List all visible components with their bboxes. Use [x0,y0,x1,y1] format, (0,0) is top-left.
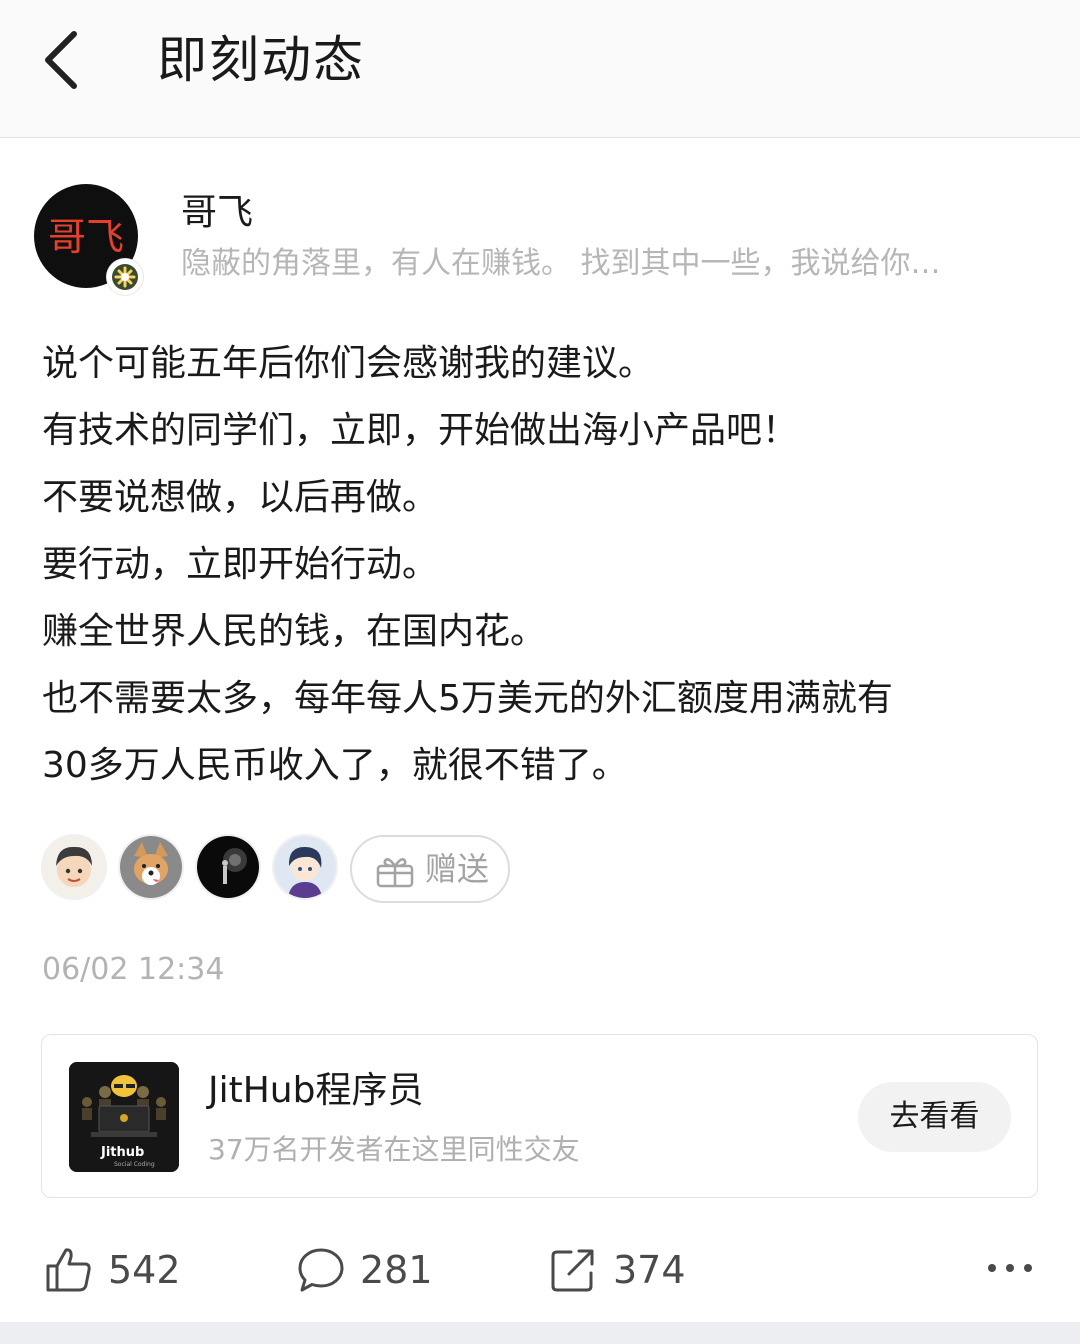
post-timestamp: 06/02 12:34 [42,952,225,987]
share-count: 374 [613,1248,686,1292]
post-line: 30多万人民币收入了，就很不错了。 [42,745,628,786]
gifter-avatar[interactable] [43,836,105,898]
gifter-avatar[interactable] [120,836,182,898]
share-icon [551,1249,594,1292]
more-options-button[interactable] [984,1256,1036,1280]
like-count: 542 [108,1248,181,1292]
avatar-text: 哥飞 [48,215,124,259]
gift-label: 赠送 [425,850,490,888]
thumbs-up-icon [46,1248,91,1292]
post-line: 要行动，立即开始行动。 [42,544,439,585]
post-line: 有技术的同学们，立即，开始做出海小产品吧！ [42,410,799,451]
post-line: 赚全世界人民的钱，在国内花。 [42,611,547,652]
gift-icon [376,858,414,888]
post-line: 也不需要太多，每年每人5万美元的外汇额度用满就有 [42,678,893,719]
back-button[interactable] [36,28,92,92]
topic-subtitle: 37万名开发者在这里同性交友 [208,1133,580,1166]
gifter-avatar[interactable] [274,836,336,898]
gifter-avatar[interactable] [197,836,259,898]
visit-topic-button[interactable]: 去看看 [858,1082,1011,1152]
page-title: 即刻动态 [157,31,365,89]
post-line: 说个可能五年后你们会感谢我的建议。 [42,343,655,384]
share-button[interactable]: 374 [549,1240,689,1300]
back-arrow-icon [45,31,77,89]
topic-name: JitHub程序员 [208,1070,424,1111]
topic-logo-subtext: Social Coding [114,1161,155,1168]
post-body: 说个可能五年后你们会感谢我的建议。 有技术的同学们，立即，开始做出海小产品吧！ … [42,330,1042,799]
verified-badge-icon [107,259,143,295]
bottom-divider [0,1322,1080,1344]
author-name[interactable]: 哥飞 [181,190,253,236]
topic-logo-text: Jithub [100,1145,144,1160]
topic-card[interactable]: Jithub Social Coding JitHub程序员 37万名开发者在这… [41,1034,1038,1198]
comment-button[interactable]: 281 [296,1240,436,1300]
topic-logo: Jithub Social Coding [69,1062,179,1172]
like-button[interactable]: 542 [44,1240,184,1300]
author-bio: 隐蔽的角落里，有人在赚钱。 找到其中一些，我说给你… [181,246,941,281]
more-dots-icon [988,1264,1032,1272]
top-bar: 即刻动态 [0,0,1080,138]
gift-button[interactable]: 赠送 [350,835,510,903]
post-line: 不要说想做，以后再做。 [42,477,439,518]
comment-count: 281 [360,1248,433,1292]
comment-icon [298,1248,344,1292]
